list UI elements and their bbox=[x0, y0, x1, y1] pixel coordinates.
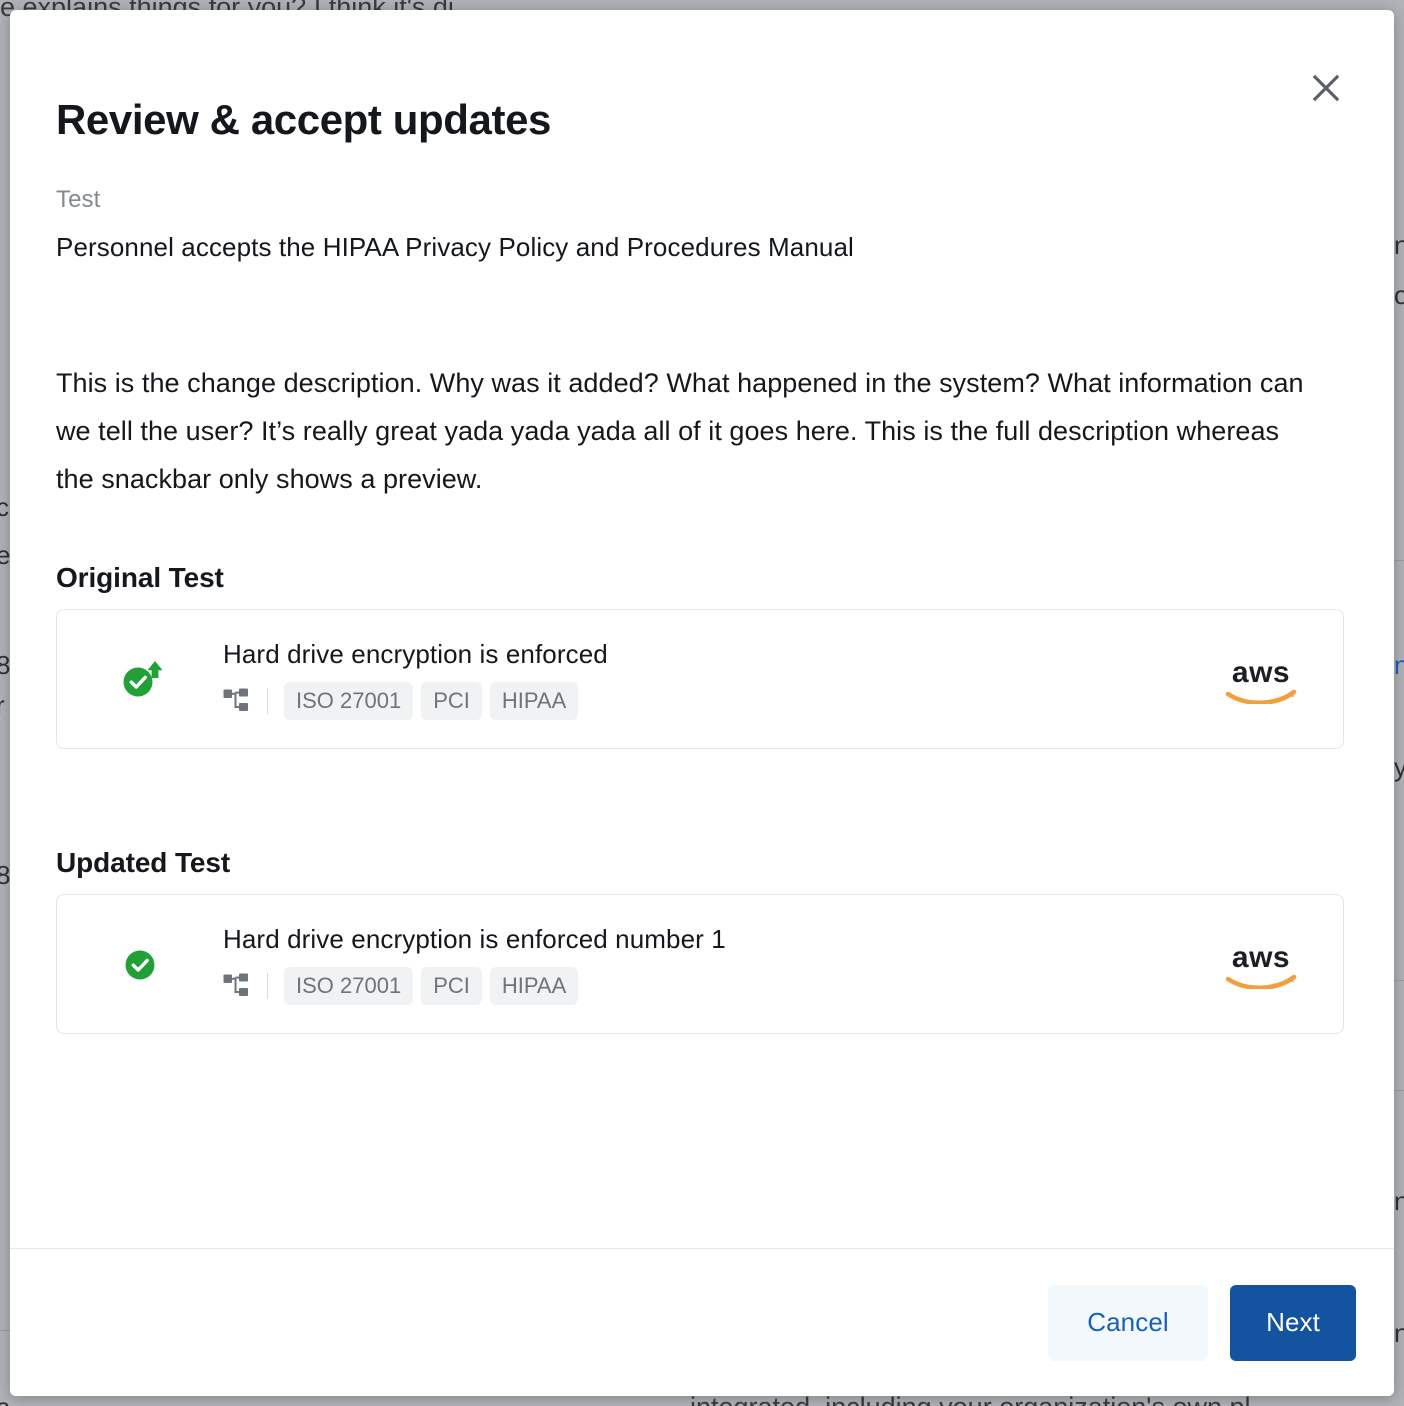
meta-divider bbox=[267, 972, 268, 999]
dialog-body: Review & accept updates Test Personnel a… bbox=[10, 10, 1394, 1248]
section-heading-updated: Updated Test bbox=[56, 847, 231, 879]
framework-chip: ISO 27001 bbox=[284, 681, 414, 720]
test-name: Hard drive encryption is enforced bbox=[223, 638, 608, 669]
change-description: This is the change description. Why was … bbox=[56, 368, 1304, 494]
framework-chip: ISO 27001 bbox=[284, 966, 414, 1005]
cancel-button[interactable]: Cancel bbox=[1048, 1284, 1208, 1361]
original-card-content: Hard drive encryption is enforced ISO 27… bbox=[223, 610, 1163, 748]
meta-divider bbox=[267, 687, 268, 714]
test-name: Hard drive encryption is enforced number… bbox=[223, 923, 726, 954]
framework-chip: PCI bbox=[421, 966, 482, 1005]
close-icon bbox=[1311, 73, 1341, 103]
test-kicker-label: Test bbox=[56, 186, 101, 213]
background-fragment-left: a bbox=[0, 1392, 12, 1406]
svg-text:aws: aws bbox=[1232, 941, 1290, 974]
next-button[interactable]: Next bbox=[1230, 1284, 1356, 1361]
framework-chip: HIPAA bbox=[489, 681, 579, 720]
background-fragment-right: n bbox=[1394, 1186, 1404, 1216]
hierarchy-icon bbox=[223, 973, 249, 999]
framework-chip: PCI bbox=[421, 681, 482, 720]
screen: e explains things for you? I think it's … bbox=[0, 0, 1404, 1406]
background-fragment-right: y bbox=[1394, 752, 1404, 782]
review-updates-dialog: Review & accept updates Test Personnel a… bbox=[10, 10, 1394, 1396]
background-fragment-right: o bbox=[1394, 280, 1404, 310]
dialog-footer: Cancel Next bbox=[10, 1248, 1394, 1396]
test-meta-row: ISO 27001 PCI HIPAA bbox=[223, 681, 1163, 720]
background-fragment-right: n bbox=[1394, 230, 1404, 260]
updated-test-card[interactable]: Hard drive encryption is enforced number… bbox=[56, 894, 1344, 1034]
close-button[interactable] bbox=[1298, 60, 1354, 116]
section-heading-original: Original Test bbox=[56, 562, 224, 594]
framework-chip: HIPAA bbox=[489, 966, 579, 1005]
test-subject: Personnel accepts the HIPAA Privacy Poli… bbox=[56, 232, 854, 262]
updated-card-content: Hard drive encryption is enforced number… bbox=[223, 895, 1163, 1033]
test-meta-row: ISO 27001 PCI HIPAA bbox=[223, 966, 1163, 1005]
svg-text:aws: aws bbox=[1232, 656, 1290, 689]
background-fragment-right: n bbox=[1394, 1318, 1404, 1348]
aws-logo-icon: aws bbox=[1221, 653, 1301, 705]
aws-logo-icon: aws bbox=[1221, 938, 1301, 990]
hierarchy-icon bbox=[223, 688, 249, 714]
check-circle-icon bbox=[119, 941, 165, 987]
check-circle-with-up-arrow-icon bbox=[119, 656, 165, 702]
background-link-fragment: n bbox=[1394, 650, 1404, 680]
page-title: Review & accept updates bbox=[56, 96, 551, 144]
original-test-card[interactable]: Hard drive encryption is enforced ISO 27… bbox=[56, 609, 1344, 749]
